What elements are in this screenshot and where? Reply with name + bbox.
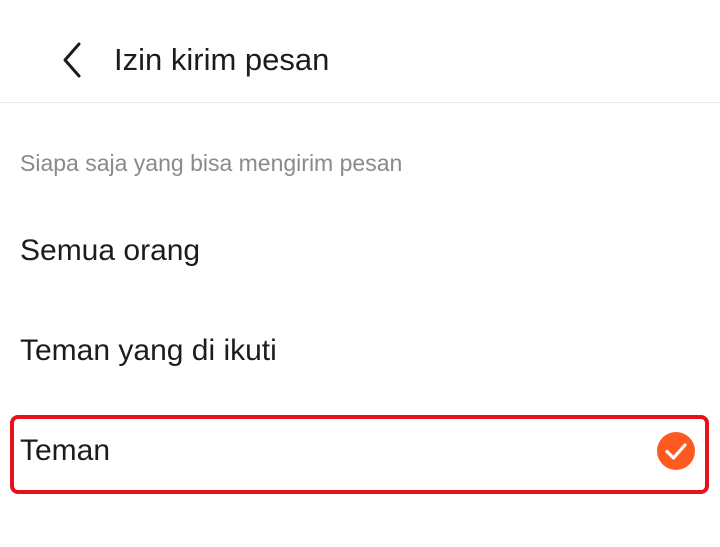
option-label: Semua orang bbox=[20, 234, 201, 267]
page-title: Izin kirim pesan bbox=[114, 42, 330, 77]
option-label: Teman yang di ikuti bbox=[20, 334, 277, 367]
app-header: Izin kirim pesan bbox=[0, 0, 720, 103]
chevron-left-icon bbox=[63, 42, 81, 78]
section-label: Siapa saja yang bisa mengirim pesan bbox=[20, 150, 403, 176]
option-friends[interactable]: Teman bbox=[0, 411, 720, 491]
check-circle-icon bbox=[657, 432, 695, 470]
option-followed-friends[interactable]: Teman yang di ikuti bbox=[0, 311, 720, 391]
back-button[interactable] bbox=[50, 36, 94, 84]
option-everyone[interactable]: Semua orang bbox=[0, 211, 720, 291]
option-label: Teman bbox=[20, 434, 111, 467]
